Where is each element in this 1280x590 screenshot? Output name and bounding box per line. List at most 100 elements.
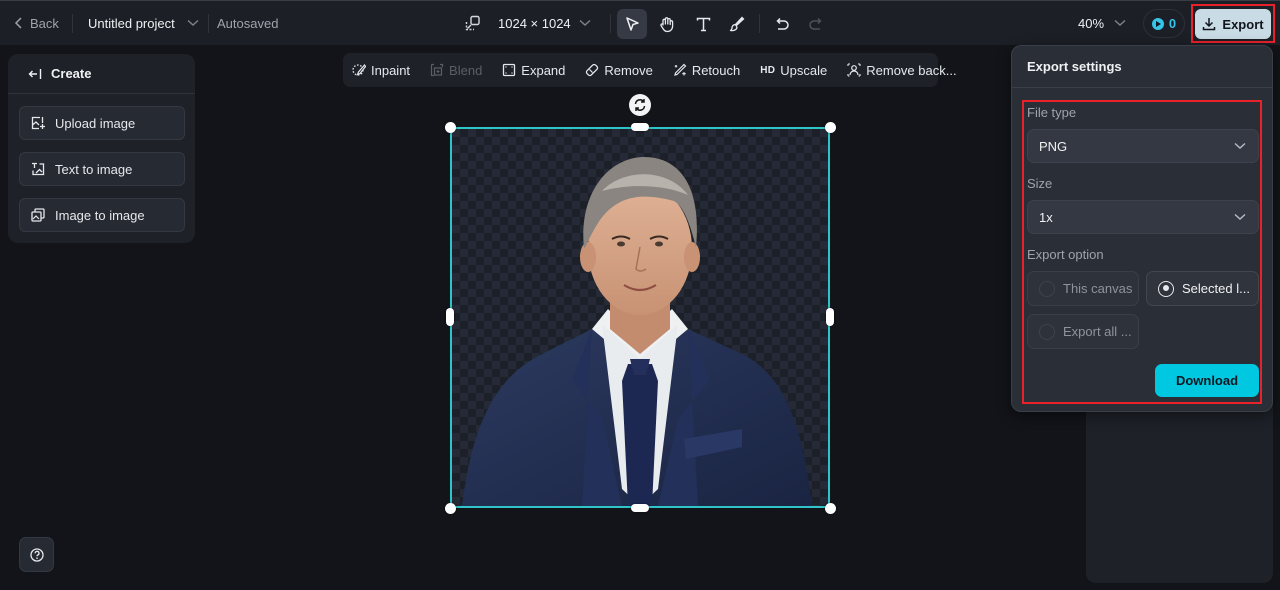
blend-button[interactable]: Blend [430,63,482,78]
project-name: Untitled project [88,15,175,31]
resize-handle-right[interactable] [826,308,834,326]
help-icon [29,547,44,562]
inpaint-button[interactable]: Inpaint [352,63,410,78]
rotate-icon [633,98,647,112]
remove-background-label: Remove back... [866,62,957,78]
canvas-size: 1024 × 1024 [498,15,571,31]
remove-button[interactable]: Remove [585,63,653,78]
resize-handle-bottom[interactable] [631,504,649,512]
divider [208,14,209,33]
upload-image-label: Upload image [55,115,136,131]
file-type-select[interactable]: PNG [1027,129,1259,163]
resize-icon [465,15,481,31]
size-label: Size [1027,176,1053,191]
radio-unchecked-icon [1039,323,1055,340]
project-name-dropdown[interactable]: Untitled project [88,1,199,45]
text-icon [696,17,711,32]
resize-handle-bottom-right[interactable] [825,503,836,514]
chevron-down-icon [1234,213,1246,221]
chevron-left-icon [14,17,24,29]
radio-unchecked-icon [1039,280,1055,297]
brush-tool-button[interactable] [722,9,752,39]
upscale-button[interactable]: HD Upscale [760,63,827,78]
save-status: Autosaved [217,15,279,31]
credits-button[interactable]: 0 [1143,9,1185,38]
option-this-canvas[interactable]: This canvas [1027,271,1139,306]
text-tool-button[interactable] [688,9,718,39]
upscale-label: Upscale [780,62,828,78]
download-button[interactable]: Download [1155,364,1259,397]
undo-button[interactable] [767,9,797,39]
canvas-image-frame[interactable] [450,127,830,508]
expand-button[interactable]: Expand [502,63,565,78]
rotate-handle[interactable] [629,94,651,116]
select-tool-button[interactable] [617,9,647,39]
remove-background-icon [847,63,861,77]
export-option-label: Export option [1027,247,1104,262]
text-to-image-icon [31,162,45,176]
file-type-value: PNG [1039,138,1068,154]
undo-icon [774,17,790,31]
inpaint-icon [352,63,366,77]
blend-label: Blend [449,62,483,78]
divider [759,14,760,33]
properties-panel [1086,400,1273,583]
option-label: Export all ... [1063,324,1132,339]
zoom-level: 40% [1078,15,1105,31]
create-panel-header[interactable]: Create [8,54,195,94]
back-button[interactable]: Back [14,1,59,45]
eraser-icon [585,63,599,77]
image-to-image-label: Image to image [55,207,145,223]
chevron-down-icon [1114,19,1126,27]
back-label: Back [30,15,59,31]
retouch-button[interactable]: Retouch [673,63,740,78]
option-label: Selected l... [1182,281,1250,296]
resize-handle-left[interactable] [446,308,454,326]
portrait-image [462,157,812,506]
collapse-left-icon [28,68,42,80]
cursor-arrow-icon [624,16,640,32]
upload-image-icon [31,116,45,130]
zoom-dropdown[interactable]: 40% [1078,1,1126,45]
size-select[interactable]: 1x [1027,200,1259,234]
resize-handle-top[interactable] [631,123,649,131]
remove-background-button[interactable]: Remove back... [847,62,957,78]
option-export-all[interactable]: Export all ... [1027,314,1139,349]
retouch-icon [673,63,687,77]
option-selected-layers[interactable]: Selected l... [1146,271,1259,306]
resize-canvas-button[interactable] [465,1,481,45]
divider [610,14,611,33]
upload-image-button[interactable]: Upload image [19,106,185,140]
download-icon [1202,17,1216,31]
redo-icon [808,17,824,31]
resize-handle-top-left[interactable] [445,122,456,133]
chevron-down-icon [579,19,591,27]
canvas-size-dropdown[interactable]: 1024 × 1024 [498,1,591,45]
top-bar: Back Untitled project Autosaved 1024 × 1… [0,0,1280,45]
export-button[interactable]: Export [1195,9,1271,39]
export-settings-title: Export settings [1012,46,1272,88]
resize-handle-top-right[interactable] [825,122,836,133]
size-value: 1x [1039,209,1053,225]
create-panel: Create Upload image Text to image Image … [8,54,195,243]
redo-button[interactable] [801,9,831,39]
hand-tool-button[interactable] [652,9,682,39]
chevron-down-icon [1234,142,1246,150]
edit-toolbar: Inpaint Blend Expand Remove Retouch HD U… [343,53,957,87]
file-type-label: File type [1027,105,1077,120]
help-button[interactable] [19,537,54,572]
resize-handle-bottom-left[interactable] [445,503,456,514]
hd-icon: HD [760,64,776,76]
image-to-image-icon [31,208,45,222]
inpaint-label: Inpaint [371,62,411,78]
chevron-down-icon [187,19,199,27]
expand-icon [502,63,516,77]
retouch-label: Retouch [691,62,741,78]
create-panel-title: Create [51,66,92,81]
blend-icon [430,63,444,77]
image-to-image-button[interactable]: Image to image [19,198,185,232]
hand-icon [659,16,675,33]
radio-checked-icon [1158,280,1174,297]
export-settings-panel: Export settings File type PNG Size 1x Ex… [1011,45,1273,412]
text-to-image-button[interactable]: Text to image [19,152,185,186]
